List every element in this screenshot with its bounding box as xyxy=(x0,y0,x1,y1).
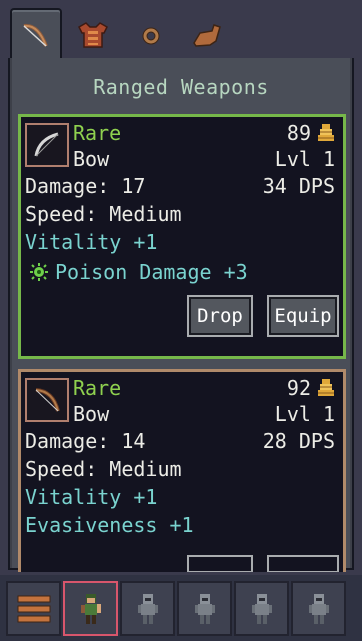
character-slot-2[interactable] xyxy=(120,581,175,636)
character-silhouette-icon xyxy=(308,593,329,624)
equip-button[interactable]: Equip xyxy=(267,295,339,337)
drop-button[interactable]: Drop xyxy=(187,295,253,337)
item-dps: 34 DPS xyxy=(262,174,335,198)
equip-button[interactable] xyxy=(267,555,339,572)
item-bonus-evasiveness: Evasiveness +1 xyxy=(25,513,194,537)
item-bonus-vitality: Vitality +1 xyxy=(25,230,158,254)
price-value: 92 xyxy=(286,376,311,400)
tab-armor[interactable] xyxy=(70,14,116,58)
menu-button[interactable] xyxy=(6,581,61,636)
item-level: Lvl 1 xyxy=(274,147,335,171)
hero-ranger-icon xyxy=(80,593,101,624)
item-type: Bow xyxy=(73,402,110,426)
category-tabs xyxy=(8,8,354,62)
item-speed: Speed: Medium xyxy=(25,457,182,481)
poison-icon xyxy=(30,263,48,281)
item-bonus-vitality: Vitality +1 xyxy=(25,485,158,509)
ring-icon xyxy=(142,27,160,45)
item-bonus-poison: Poison Damage +3 xyxy=(29,260,248,284)
poison-bonus-text: Poison Damage +3 xyxy=(55,260,248,284)
item-thumbnail xyxy=(25,378,69,422)
item-card[interactable]: Rare Bow 89 Lvl 1 Damage: 17 34 DPS Spee… xyxy=(18,114,346,359)
item-price: 92 xyxy=(287,376,335,400)
tab-bow[interactable] xyxy=(10,8,62,62)
bow-icon xyxy=(34,132,59,157)
gold-coins-icon xyxy=(318,124,334,141)
boots-icon xyxy=(193,24,221,47)
character-slot-4[interactable] xyxy=(234,581,289,636)
item-level: Lvl 1 xyxy=(274,402,335,426)
item-thumbnail xyxy=(25,123,69,167)
character-silhouette-icon xyxy=(251,593,272,624)
item-dps: 28 DPS xyxy=(262,429,335,453)
gold-coins-icon xyxy=(318,379,334,396)
bow-icon xyxy=(35,388,60,412)
character-slot-1[interactable] xyxy=(63,581,118,636)
drop-button[interactable] xyxy=(187,555,253,572)
item-card[interactable]: Rare Bow 92 Lvl 1 Damage: 14 28 DPS Spee… xyxy=(18,369,346,572)
character-silhouette-icon xyxy=(137,593,158,624)
item-rarity: Rare xyxy=(73,376,122,400)
item-speed: Speed: Medium xyxy=(25,202,182,226)
hamburger-menu-icon xyxy=(17,595,50,622)
bow-icon xyxy=(23,23,48,47)
tab-boots[interactable] xyxy=(184,14,230,58)
item-damage: Damage: 14 xyxy=(25,429,146,453)
tab-ring[interactable] xyxy=(128,14,174,58)
item-damage: Damage: 17 xyxy=(25,174,146,198)
item-rarity: Rare xyxy=(73,121,122,145)
item-type: Bow xyxy=(73,147,110,171)
inventory-panel: Ranged Weapons Rare Bow 89 Lvl 1 Damage:… xyxy=(8,58,354,572)
character-slot-3[interactable] xyxy=(177,581,232,636)
bottom-bar xyxy=(0,575,362,641)
item-price: 89 xyxy=(287,121,335,145)
character-slot-5[interactable] xyxy=(291,581,346,636)
armor-icon xyxy=(78,22,108,48)
price-value: 89 xyxy=(286,121,311,145)
panel-title: Ranged Weapons xyxy=(93,75,269,99)
character-silhouette-icon xyxy=(194,593,215,624)
